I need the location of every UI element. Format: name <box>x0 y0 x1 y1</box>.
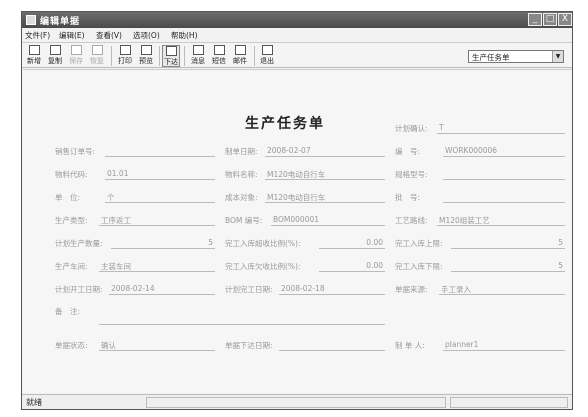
sales-order-field[interactable]: 销售订单号: <box>55 146 215 157</box>
message-icon <box>192 45 204 55</box>
edit-document-window: 编辑单据 _ □ X 文件(F) 编辑(E) 查看(V) 选项(O) 帮助(H)… <box>21 11 573 410</box>
spec-model-field[interactable]: 规格型号: <box>395 169 565 180</box>
menu-bar: 文件(F) 编辑(E) 查看(V) 选项(O) 帮助(H) <box>22 29 572 41</box>
document-type-select[interactable]: 生产任务单 ▼ <box>468 50 564 63</box>
bom-number-field[interactable]: BOM 编号: BOM000001 <box>225 215 385 226</box>
receipt-upper-limit-field[interactable]: 完工入库上限: 5 <box>395 238 565 249</box>
save-button[interactable]: 保存 <box>67 45 85 67</box>
sms-button[interactable]: 短信 <box>210 45 228 67</box>
toolbar-separator <box>159 46 160 66</box>
minimize-button[interactable]: _ <box>528 13 542 26</box>
preview-icon <box>140 45 152 55</box>
status-text: 就绪 <box>26 398 42 407</box>
material-code-field[interactable]: 物料代码: 01.01 <box>55 169 215 180</box>
document-source-field[interactable]: 单据来源: 手工录入 <box>395 284 565 295</box>
maximize-button[interactable]: □ <box>543 13 557 26</box>
receipt-lower-limit-field[interactable]: 完工入库下限: 5 <box>395 261 565 272</box>
message-button[interactable]: 消息 <box>189 45 207 67</box>
creator-field[interactable]: 制 单 人: planner1 <box>395 340 565 351</box>
workshop-field[interactable]: 生产车间: 主装车间 <box>55 261 215 272</box>
production-type-field[interactable]: 生产类型: 工序返工 <box>55 215 215 226</box>
print-button[interactable]: 打印 <box>116 45 134 67</box>
exit-button[interactable]: 退出 <box>258 45 276 67</box>
planned-finish-date-field[interactable]: 计划完工日期: 2008-02-18 <box>225 284 385 295</box>
cost-object-field[interactable]: 成本对象: M120电动自行车 <box>225 192 385 203</box>
batch-field[interactable]: 批 号: <box>395 192 565 203</box>
print-icon <box>119 45 131 55</box>
menu-view[interactable]: 查看(V) <box>96 30 122 41</box>
mail-button[interactable]: 邮件 <box>231 45 249 67</box>
remark-field[interactable]: 备 注: <box>55 306 385 325</box>
app-icon <box>26 15 36 25</box>
material-name-field[interactable]: 物料名称: M120电动自行车 <box>225 169 385 180</box>
issue-button[interactable]: 下达 <box>162 45 180 67</box>
window-title: 编辑单据 <box>40 17 81 27</box>
menu-file[interactable]: 文件(F) <box>25 30 50 41</box>
issue-icon <box>165 46 177 56</box>
menu-edit[interactable]: 编辑(E) <box>59 30 85 41</box>
chevron-down-icon[interactable]: ▼ <box>552 51 563 62</box>
unit-field[interactable]: 单 位: 个 <box>55 192 215 203</box>
document-status-field[interactable]: 单据状态: 确认 <box>55 340 215 351</box>
toolbar: 新增 复制 保存 恢复 打印 预览 下达 消息 短信 邮件 退出 生产任务单 ▼ <box>22 42 572 68</box>
new-doc-icon <box>28 45 40 55</box>
toolbar-separator <box>184 46 185 66</box>
toolbar-separator <box>254 46 255 66</box>
form-title: 生产任务单 <box>245 116 325 132</box>
close-button[interactable]: X <box>558 13 572 26</box>
status-pane <box>450 397 568 408</box>
document-type-value: 生产任务单 <box>472 53 510 62</box>
under-receipt-ratio-field[interactable]: 完工入库欠收比例(%): 0.00 <box>225 261 385 272</box>
copy-button[interactable]: 复制 <box>46 45 64 67</box>
over-receipt-ratio-field[interactable]: 完工入库超收比例(%): 0.00 <box>225 238 385 249</box>
create-date-field[interactable]: 制单日期: 2008-02-07 <box>225 146 385 157</box>
form-area: 生产任务单 计划确认: T 销售订单号: 制单日期: 2008-02-07 编 … <box>23 69 572 393</box>
menu-help[interactable]: 帮助(H) <box>171 30 198 41</box>
status-pane <box>146 397 446 408</box>
issue-date-field[interactable]: 单据下达日期: <box>225 340 385 351</box>
copy-icon <box>49 45 61 55</box>
mail-icon <box>234 45 246 55</box>
toolbar-separator <box>111 46 112 66</box>
new-button[interactable]: 新增 <box>25 45 43 67</box>
exit-icon <box>261 45 273 55</box>
sms-icon <box>213 45 225 55</box>
undo-icon <box>91 45 103 55</box>
status-bar: 就绪 <box>22 394 572 409</box>
number-field[interactable]: 编 号: WORK000006 <box>395 146 565 157</box>
planned-quantity-field[interactable]: 计划生产数量: 5 <box>55 238 215 249</box>
menu-options[interactable]: 选项(O) <box>133 30 160 41</box>
preview-button[interactable]: 预览 <box>137 45 155 67</box>
process-route-field[interactable]: 工艺路线: M120组装工艺 <box>395 215 565 226</box>
restore-button[interactable]: 恢复 <box>88 45 106 67</box>
planned-start-date-field[interactable]: 计划开工日期: 2008-02-14 <box>55 284 215 295</box>
save-icon <box>70 45 82 55</box>
plan-confirm-field[interactable]: 计划确认: T <box>395 123 565 134</box>
title-bar: 编辑单据 _ □ X <box>22 12 572 28</box>
